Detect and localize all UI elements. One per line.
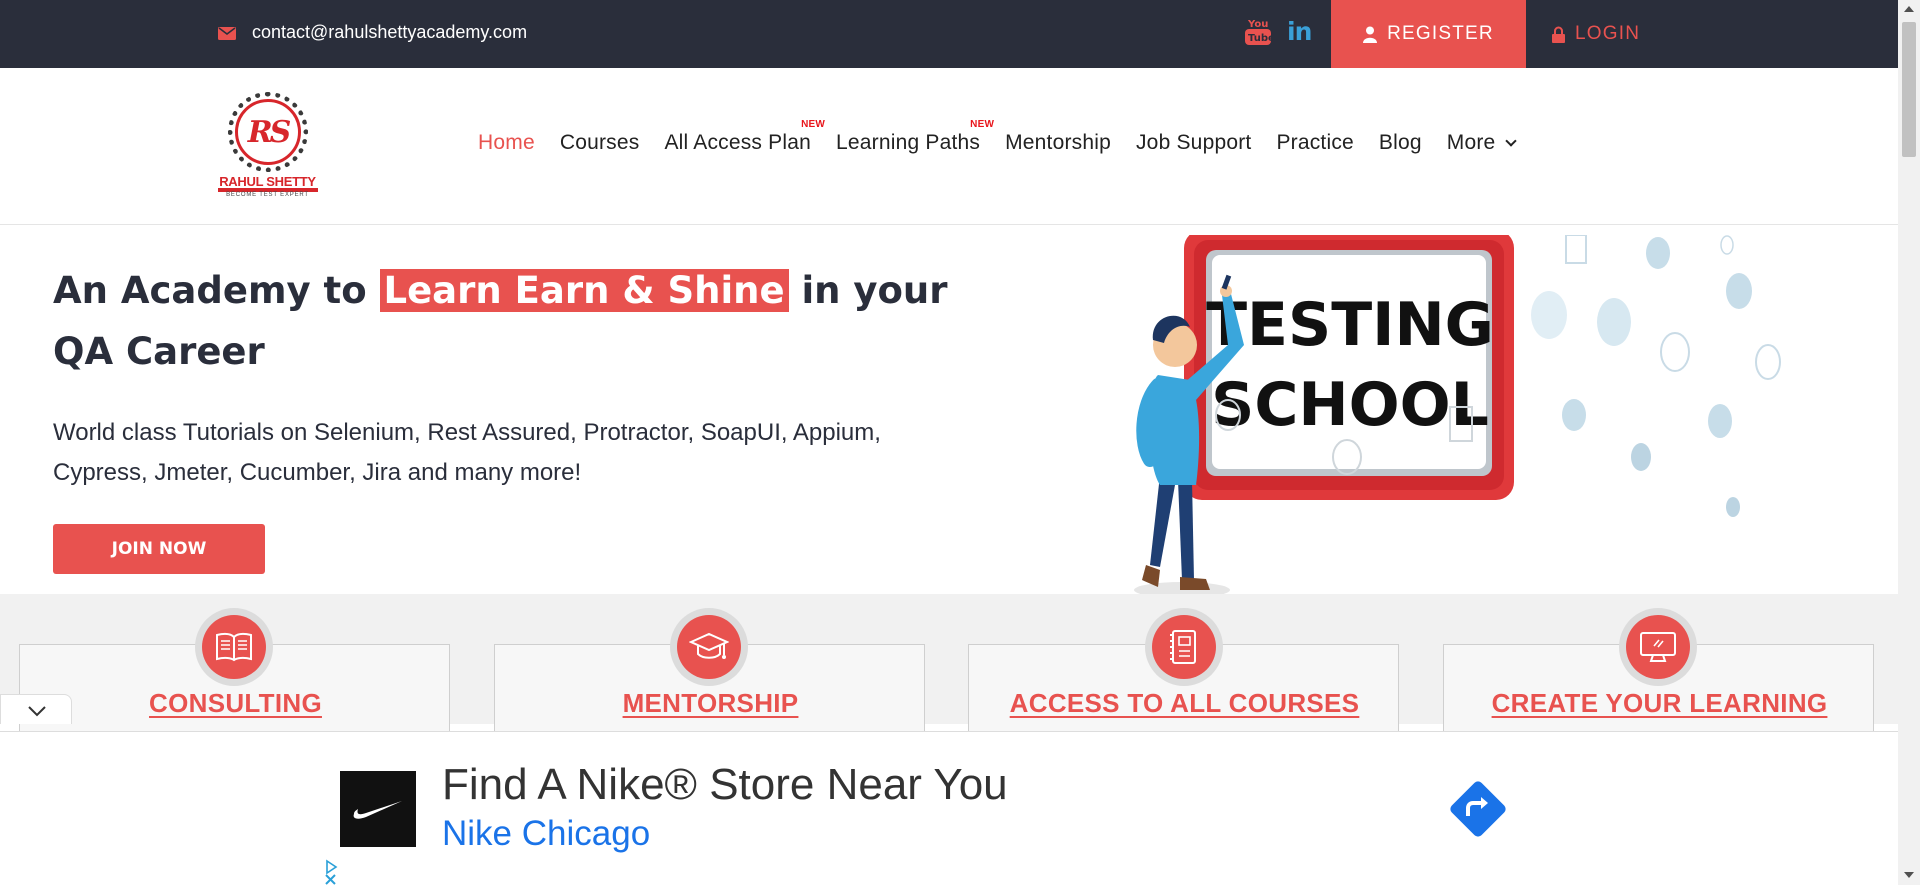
scroll-down-arrow-icon[interactable] [1904, 872, 1914, 878]
scroll-up-arrow-icon[interactable] [1904, 6, 1914, 12]
ad-banner: Find A Nike® Store Near You Nike Chicago [0, 731, 1898, 885]
join-now-button[interactable]: JOIN NOW [53, 524, 265, 574]
nav-label: All Access Plan [664, 131, 812, 154]
linkedin-icon[interactable]: in [1287, 18, 1312, 46]
nav-label: More [1446, 131, 1496, 154]
feature-title[interactable]: CREATE YOUR LEARNING [1444, 688, 1875, 719]
nav-more-dropdown[interactable]: More [1446, 131, 1518, 155]
book-icon [216, 632, 252, 662]
monitor-icon [1640, 632, 1676, 662]
login-button[interactable]: LOGIN [1552, 0, 1640, 68]
nav-all-access-plan[interactable]: All Access Plan NEW [664, 119, 824, 155]
logo-name: RAHUL SHETTY [219, 174, 316, 189]
testing-board: TESTING SCHOOL [1184, 235, 1514, 500]
chevron-down-icon [1505, 134, 1518, 147]
mail-icon [218, 27, 236, 40]
nav-job-support[interactable]: Job Support [1136, 131, 1251, 155]
feature-title[interactable]: ACCESS TO ALL COURSES [969, 688, 1400, 719]
adchoices-icon[interactable] [322, 845, 340, 885]
notebook-icon [1170, 630, 1196, 664]
hero-title: An Academy to Learn Earn & Shine in your… [53, 260, 953, 382]
feature-icon-circle [1619, 608, 1697, 686]
board-line-1: TESTING [1206, 290, 1494, 360]
nav-blog[interactable]: Blog [1379, 131, 1422, 155]
logo-monogram: RS [235, 99, 301, 165]
feature-icon-circle [670, 608, 748, 686]
board-line-2: SCHOOL [1211, 370, 1489, 440]
site-logo[interactable]: RS RAHUL SHETTY BECOME TEST EXPERT [215, 92, 320, 198]
user-icon [1363, 26, 1378, 43]
page-scrollbar[interactable] [1898, 0, 1920, 885]
graduation-cap-icon [689, 632, 729, 659]
scroll-thumb[interactable] [1902, 22, 1916, 157]
hero-title-highlight: Learn Earn & Shine [379, 269, 789, 312]
main-header: RS RAHUL SHETTY BECOME TEST EXPERT Home … [0, 68, 1898, 225]
feature-title[interactable]: CONSULTING [20, 688, 451, 719]
svg-text:Tube: Tube [1248, 33, 1271, 44]
chevron-down-icon [28, 706, 46, 717]
login-label: LOGIN [1575, 23, 1641, 44]
nike-swoosh-icon [340, 771, 416, 847]
nav-home[interactable]: Home [478, 131, 535, 155]
nav-label: Mentorship [1005, 131, 1111, 154]
nav-label: Learning Paths [836, 131, 981, 154]
logo-tagline: BECOME TEST EXPERT [226, 192, 309, 198]
new-badge: NEW [970, 119, 995, 130]
nav-label: Blog [1378, 131, 1422, 154]
nav-label: Home [478, 131, 535, 154]
lock-icon [1552, 26, 1565, 43]
feature-icon-circle [1145, 608, 1223, 686]
nav-label: Courses [559, 131, 640, 154]
feature-icon-circle [195, 608, 273, 686]
hero-section: An Academy to Learn Earn & Shine in your… [0, 225, 1898, 595]
feature-title[interactable]: MENTORSHIP [495, 688, 926, 719]
close-icon [325, 874, 336, 885]
testing-school-illustration: TESTING SCHOOL [1134, 235, 1781, 595]
nav-courses[interactable]: Courses [560, 131, 640, 155]
register-button[interactable]: REGISTER [1331, 0, 1526, 68]
nav-learning-paths[interactable]: Learning Paths NEW [836, 119, 994, 155]
main-nav: Home Courses All Access Plan NEW Learnin… [478, 119, 1518, 155]
features-section: CONSULTING MENTORSHIP ACCESS TO ALL COUR… [0, 594, 1898, 734]
nav-mentorship[interactable]: Mentorship [1005, 131, 1111, 155]
ad-title[interactable]: Find A Nike® Store Near You [442, 760, 1008, 810]
collapse-ad-tab[interactable] [0, 694, 72, 724]
top-bar: contact@rahulshettyacademy.com You Tube … [0, 0, 1898, 68]
new-badge: NEW [801, 119, 826, 130]
decorative-bubbles [1531, 235, 1781, 517]
nav-label: Job Support [1135, 131, 1252, 154]
youtube-icon[interactable]: You Tube [1245, 16, 1271, 46]
nav-practice[interactable]: Practice [1276, 131, 1353, 155]
contact-email-link[interactable]: contact@rahulshettyacademy.com [252, 22, 527, 43]
hero-title-pre: An Academy to [53, 269, 380, 312]
directions-arrow-icon[interactable] [1447, 778, 1509, 840]
ad-subtitle[interactable]: Nike Chicago [442, 814, 650, 854]
svg-text:You: You [1247, 19, 1268, 30]
ad-content[interactable]: Find A Nike® Store Near You Nike Chicago [322, 732, 1578, 885]
register-label: REGISTER [1387, 23, 1494, 44]
hero-subtitle: World class Tutorials on Selenium, Rest … [53, 419, 881, 486]
nav-label: Practice [1276, 131, 1354, 154]
